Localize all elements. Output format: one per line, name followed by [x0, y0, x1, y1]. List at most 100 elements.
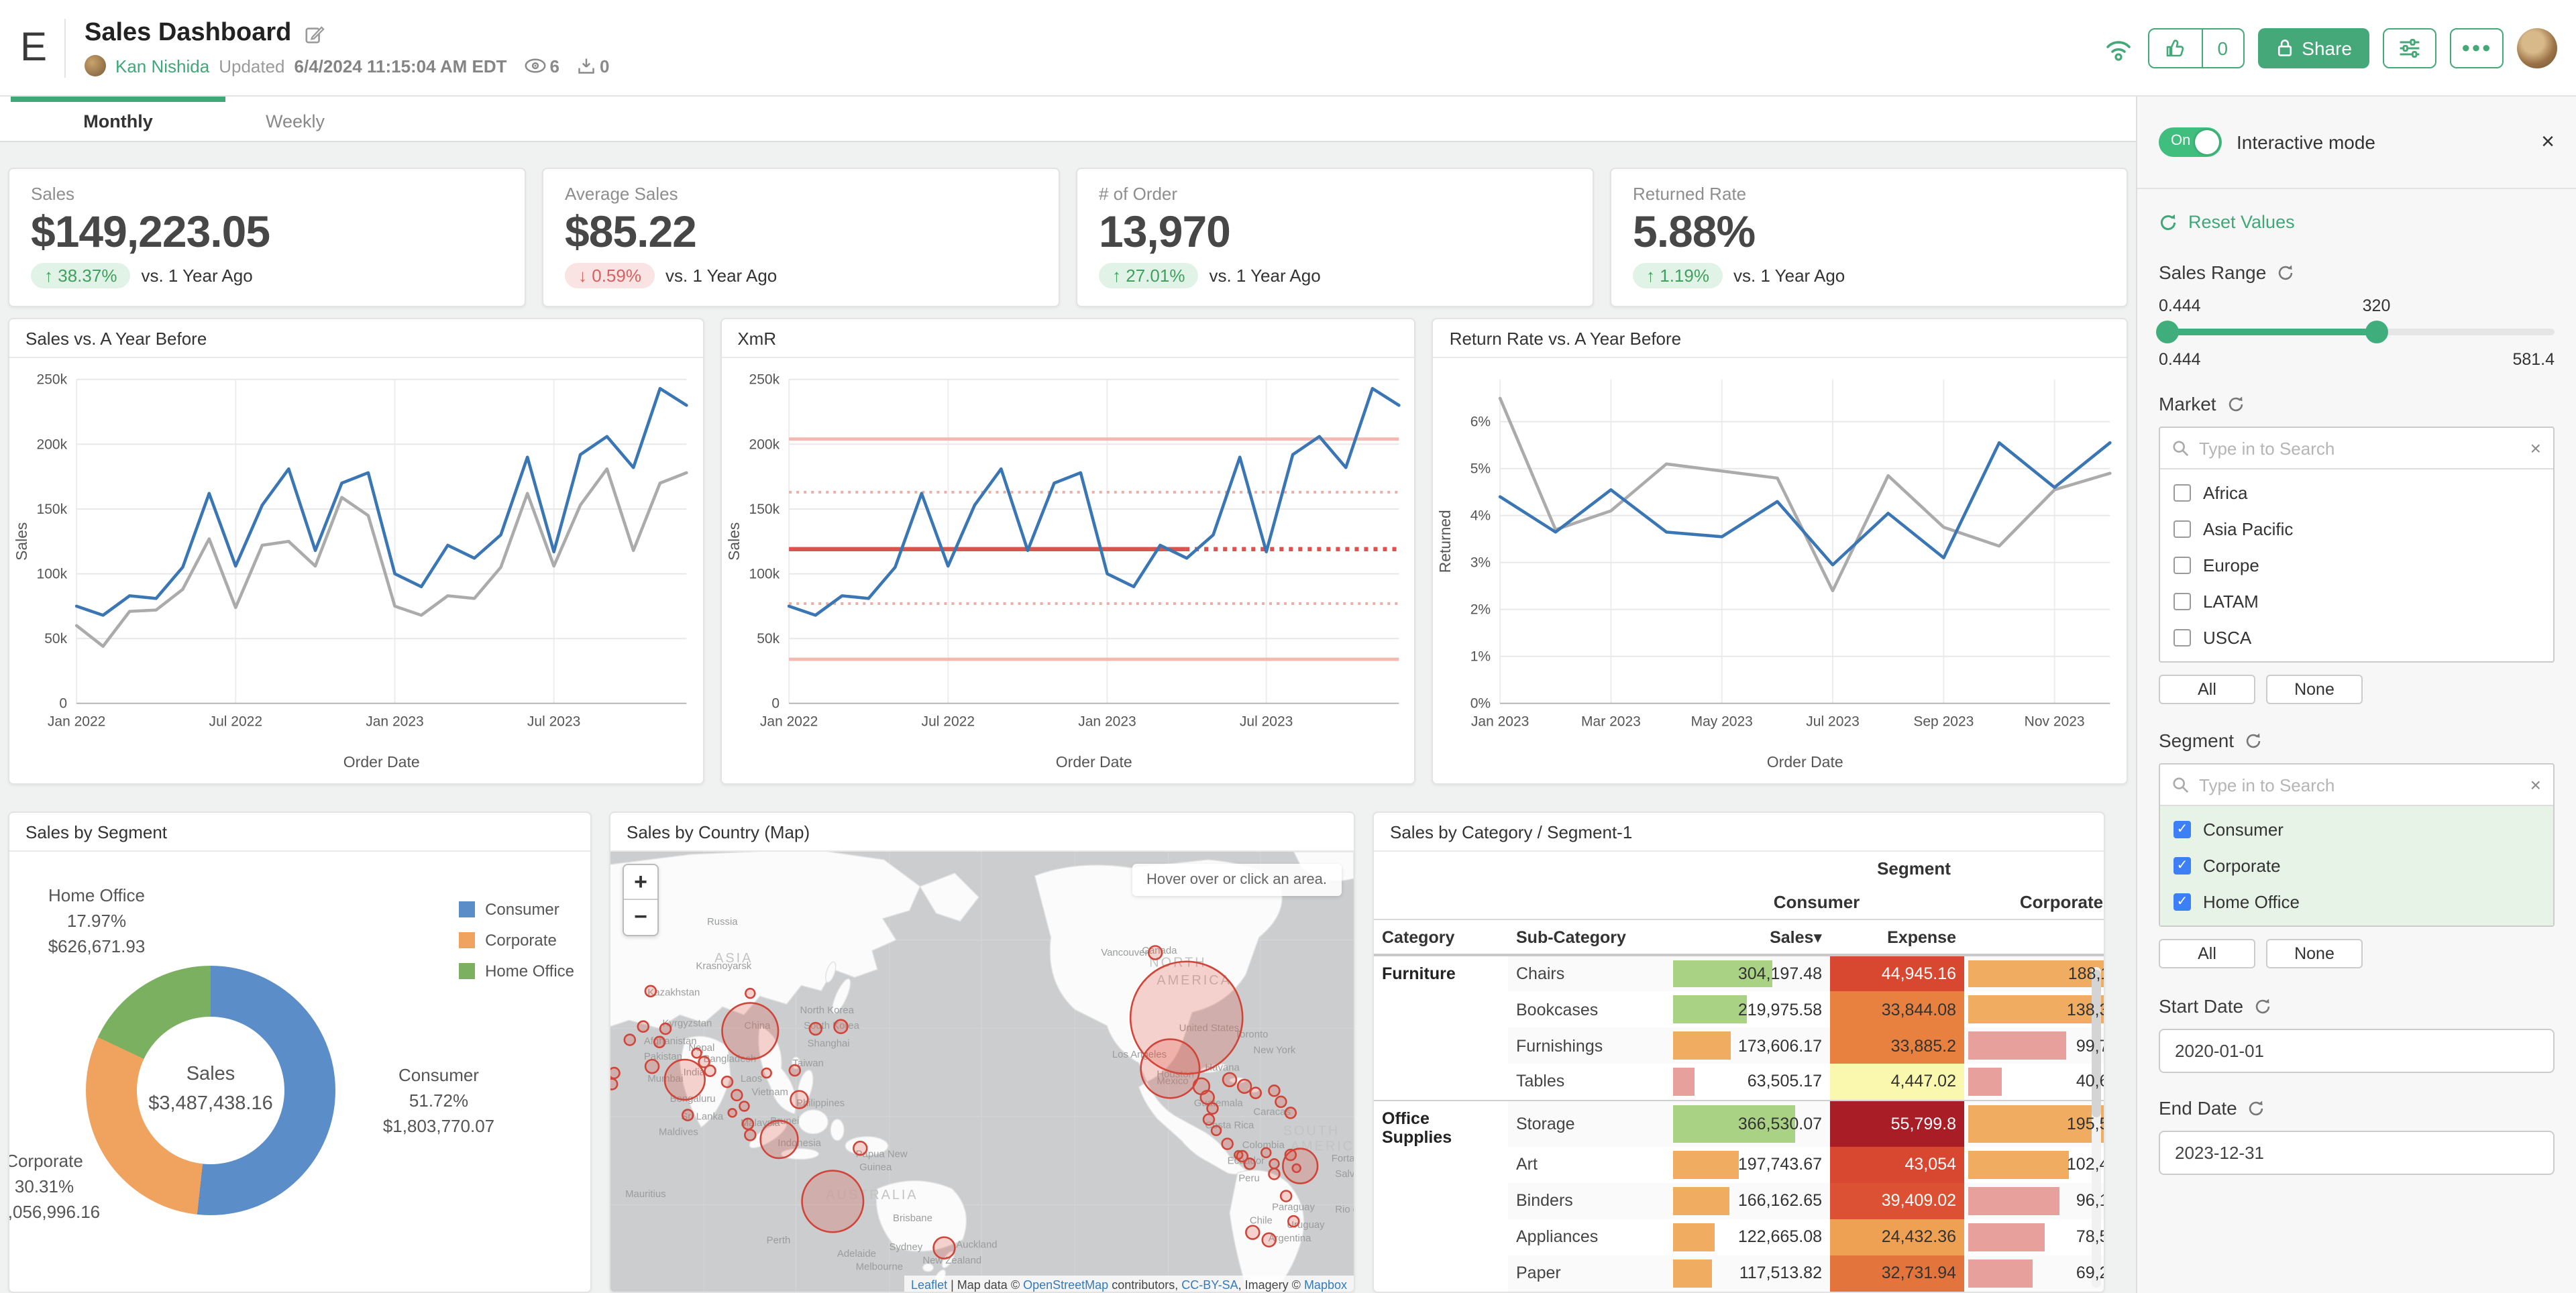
table-row[interactable]: Appliances122,665.0824,432.3678,596.73 — [1374, 1219, 2105, 1255]
map-sales-bubble[interactable] — [692, 1048, 702, 1058]
map-sales-bubble[interactable] — [745, 989, 755, 998]
checkbox[interactable] — [2174, 484, 2191, 502]
refresh-start-date-icon[interactable] — [2254, 997, 2271, 1015]
map-sales-bubble[interactable] — [610, 1079, 617, 1090]
table-row[interactable]: FurnitureChairs304,197.4844,945.16188,11… — [1374, 955, 2105, 991]
author-avatar[interactable] — [85, 55, 106, 76]
app-logo[interactable]: E — [0, 25, 64, 70]
slider-handle-max[interactable] — [2366, 321, 2389, 343]
refresh-end-date-icon[interactable] — [2248, 1099, 2265, 1117]
table-row[interactable]: Art197,743.6743,054102,412.39 — [1374, 1146, 2105, 1182]
map-sales-bubble[interactable] — [1238, 1080, 1251, 1093]
map-sales-bubble[interactable] — [1275, 1097, 1286, 1107]
checkbox-item[interactable]: USCA — [2160, 620, 2553, 656]
map-sales-bubble[interactable] — [934, 1237, 955, 1259]
map-sales-bubble[interactable] — [1293, 1164, 1301, 1172]
map-sales-bubble[interactable] — [638, 1021, 649, 1032]
refresh-sales-range-icon[interactable] — [2277, 264, 2294, 281]
map-sales-bubble[interactable] — [660, 1023, 671, 1034]
table-row[interactable]: Furnishings173,606.1733,885.299,784.89 — [1374, 1027, 2105, 1064]
checkbox[interactable] — [2174, 593, 2191, 610]
map-sales-bubble[interactable] — [1237, 1151, 1248, 1162]
checkbox[interactable]: ✓ — [2174, 821, 2191, 838]
map-sales-bubble[interactable] — [790, 1065, 800, 1076]
table-row[interactable]: Tables63,505.174,447.0240,662.43 — [1374, 1064, 2105, 1100]
col-sales-consumer[interactable]: Sales▾ — [1669, 919, 1830, 955]
map-sales-bubble[interactable] — [731, 1090, 742, 1101]
segment-none-button[interactable]: None — [2266, 939, 2363, 968]
map-sales-bubble[interactable] — [853, 1141, 867, 1155]
return-rate-line-chart[interactable]: Jan 2023Mar 2023May 2023Jul 2023Sep 2023… — [1434, 358, 2127, 783]
parameters-button[interactable] — [2383, 27, 2436, 68]
map-sales-bubble[interactable] — [705, 1066, 716, 1076]
checkbox-item[interactable]: Asia Pacific — [2160, 511, 2553, 547]
segment-search-input[interactable] — [2199, 775, 2521, 795]
table-row[interactable]: Paper117,513.8232,731.9469,203.77 — [1374, 1255, 2105, 1291]
col-sales-corporate[interactable]: Sales — [1964, 919, 2105, 955]
map-sales-bubble[interactable] — [1263, 1233, 1276, 1247]
xmr-control-chart[interactable]: Jan 2022Jul 2022Jan 2023Jul 2023050k100k… — [721, 358, 1414, 783]
map-sales-bubble[interactable] — [722, 1076, 733, 1087]
map-sales-bubble[interactable] — [1201, 1090, 1214, 1104]
clear-search-icon[interactable]: × — [2530, 774, 2541, 795]
map-sales-bubble[interactable] — [1246, 1226, 1259, 1239]
map-sales-bubble[interactable] — [610, 1068, 619, 1078]
table-row[interactable]: Bookcases219,975.5833,844.08138,352.25 — [1374, 991, 2105, 1027]
map-sales-bubble[interactable] — [1148, 946, 1162, 960]
map-sales-bubble[interactable] — [835, 1020, 848, 1033]
table-row[interactable]: Office SuppliesStorage366,530.0755,799.8… — [1374, 1100, 2105, 1146]
edit-title-icon[interactable] — [305, 23, 325, 44]
map-sales-bubble[interactable] — [739, 1102, 749, 1111]
map-sales-bubble[interactable] — [810, 1023, 822, 1035]
reset-values-button[interactable]: Reset Values — [2159, 212, 2555, 232]
checkbox-item[interactable]: LATAM — [2160, 583, 2553, 620]
map-sales-bubble[interactable] — [1285, 1149, 1296, 1160]
map-sales-bubble[interactable] — [722, 1003, 779, 1059]
like-button[interactable] — [2149, 29, 2202, 66]
segment-all-button[interactable]: All — [2159, 939, 2255, 968]
map-sales-bubble[interactable] — [645, 1060, 659, 1073]
end-date-input[interactable] — [2159, 1131, 2555, 1175]
checkbox-item[interactable]: Europe — [2160, 547, 2553, 583]
map-zoom-out-button[interactable]: − — [624, 900, 657, 935]
checkbox-item[interactable]: ✓Corporate — [2160, 848, 2553, 884]
map-sales-bubble[interactable] — [682, 1110, 693, 1121]
col-expense[interactable]: Expense — [1830, 919, 1964, 955]
author-link[interactable]: Kan Nishida — [115, 56, 209, 76]
map-sales-bubble[interactable] — [1261, 1148, 1271, 1158]
map-sales-bubble[interactable] — [1285, 1107, 1296, 1118]
map-sales-bubble[interactable] — [1208, 1103, 1218, 1114]
map-sales-bubble[interactable] — [1269, 1169, 1279, 1180]
map-sales-bubble[interactable] — [1281, 1191, 1291, 1202]
interactive-mode-toggle[interactable]: On — [2159, 127, 2222, 157]
market-none-button[interactable]: None — [2266, 675, 2363, 704]
refresh-segment-icon[interactable] — [2245, 732, 2262, 749]
tab-weekly[interactable]: Weekly — [225, 97, 365, 141]
more-options-button[interactable]: ●●● — [2450, 27, 2504, 68]
user-avatar[interactable] — [2517, 27, 2557, 68]
map-sales-bubble[interactable] — [1203, 1114, 1214, 1125]
map-sales-bubble[interactable] — [729, 1109, 737, 1117]
map-sales-bubble[interactable] — [762, 1068, 771, 1078]
map-sales-bubble[interactable] — [1288, 1216, 1299, 1227]
clear-search-icon[interactable]: × — [2530, 437, 2541, 459]
slider-handle-min[interactable] — [2156, 321, 2179, 343]
map-zoom-in-button[interactable]: + — [624, 865, 657, 900]
checkbox[interactable]: ✓ — [2174, 893, 2191, 911]
refresh-market-icon[interactable] — [2227, 395, 2245, 412]
map-sales-bubble[interactable] — [665, 1060, 705, 1100]
sales-line-chart[interactable]: Jan 2022Jul 2022Jan 2023Jul 2023050k100k… — [9, 358, 702, 783]
close-sidebar-icon[interactable]: × — [2541, 129, 2555, 156]
checkbox[interactable]: ✓ — [2174, 857, 2191, 875]
market-search-input[interactable] — [2199, 438, 2521, 458]
share-button[interactable]: Share — [2257, 27, 2369, 68]
map-sales-bubble[interactable] — [1212, 1126, 1221, 1135]
checkbox-item[interactable]: ✓Consumer — [2160, 811, 2553, 848]
tab-monthly[interactable]: Monthly — [11, 97, 225, 141]
checkbox[interactable] — [2174, 520, 2191, 538]
map-sales-bubble[interactable] — [743, 1119, 753, 1129]
map-sales-bubble[interactable] — [645, 986, 656, 997]
map-sales-bubble[interactable] — [1269, 1159, 1279, 1168]
map-sales-bubble[interactable] — [1269, 1085, 1279, 1096]
map-sales-bubble[interactable] — [1141, 1039, 1200, 1099]
